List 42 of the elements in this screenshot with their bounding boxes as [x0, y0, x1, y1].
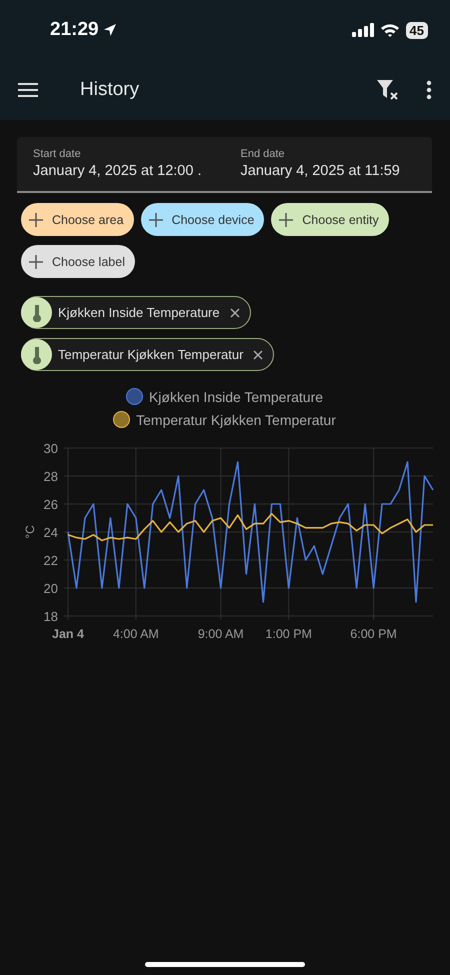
thermometer-icon: [21, 339, 52, 370]
page-title: History: [80, 79, 140, 101]
battery-icon: 45: [406, 22, 428, 38]
y-tick-label: 28: [44, 469, 58, 484]
y-tick-label: 22: [44, 553, 58, 568]
choose-chip[interactable]: Choose label: [21, 245, 135, 278]
location-arrow-icon: [102, 23, 117, 37]
plus-icon: [279, 212, 294, 226]
y-tick-label: 18: [44, 609, 58, 624]
y-tick-label: 30: [44, 441, 58, 456]
choose-chip[interactable]: Choose entity: [271, 203, 389, 236]
date-field[interactable]: End date January 4, 2025 at 11:59: [224, 137, 432, 191]
plus-icon: [29, 212, 43, 226]
remove-button[interactable]: [253, 350, 264, 360]
y-tick-label: 26: [44, 497, 58, 512]
signal-icon: [352, 23, 374, 37]
entity-name: Kjøkken Inside Temperature: [58, 305, 220, 320]
remove-button[interactable]: [230, 308, 240, 318]
plus-icon: [29, 254, 43, 268]
menu-button[interactable]: [18, 82, 38, 98]
clear-filter-button[interactable]: [376, 79, 400, 101]
entity-name: Temperatur Kjøkken Temperatur: [58, 347, 244, 362]
choose-chip[interactable]: Choose area: [21, 203, 134, 236]
x-tick-label: 4:00 AM: [112, 627, 159, 641]
more-options-button[interactable]: [426, 80, 432, 100]
legend-dot: [126, 388, 143, 405]
wifi-icon: [380, 22, 400, 38]
legend-label: Temperatur Kjøkken Temperatur: [136, 412, 336, 428]
x-tick-label: 6:00 PM: [350, 627, 397, 641]
y-tick-label: 24: [44, 525, 58, 540]
x-tick-label: 1:00 PM: [265, 627, 312, 641]
legend-label: Kjøkken Inside Temperature: [148, 388, 324, 404]
x-tick-label: Jan 4: [52, 627, 84, 641]
date-field[interactable]: Start date January 4, 2025 at 12:00 .: [17, 137, 224, 191]
y-axis-label: °C: [23, 525, 37, 539]
legend-dot: [113, 411, 130, 428]
y-tick-label: 20: [44, 581, 58, 596]
clock-time: 21:29: [50, 19, 99, 41]
choose-chip[interactable]: Choose device: [140, 203, 264, 236]
x-tick-label: 9:00 AM: [198, 627, 244, 641]
plus-icon: [148, 212, 163, 226]
thermometer-icon: [21, 297, 52, 328]
